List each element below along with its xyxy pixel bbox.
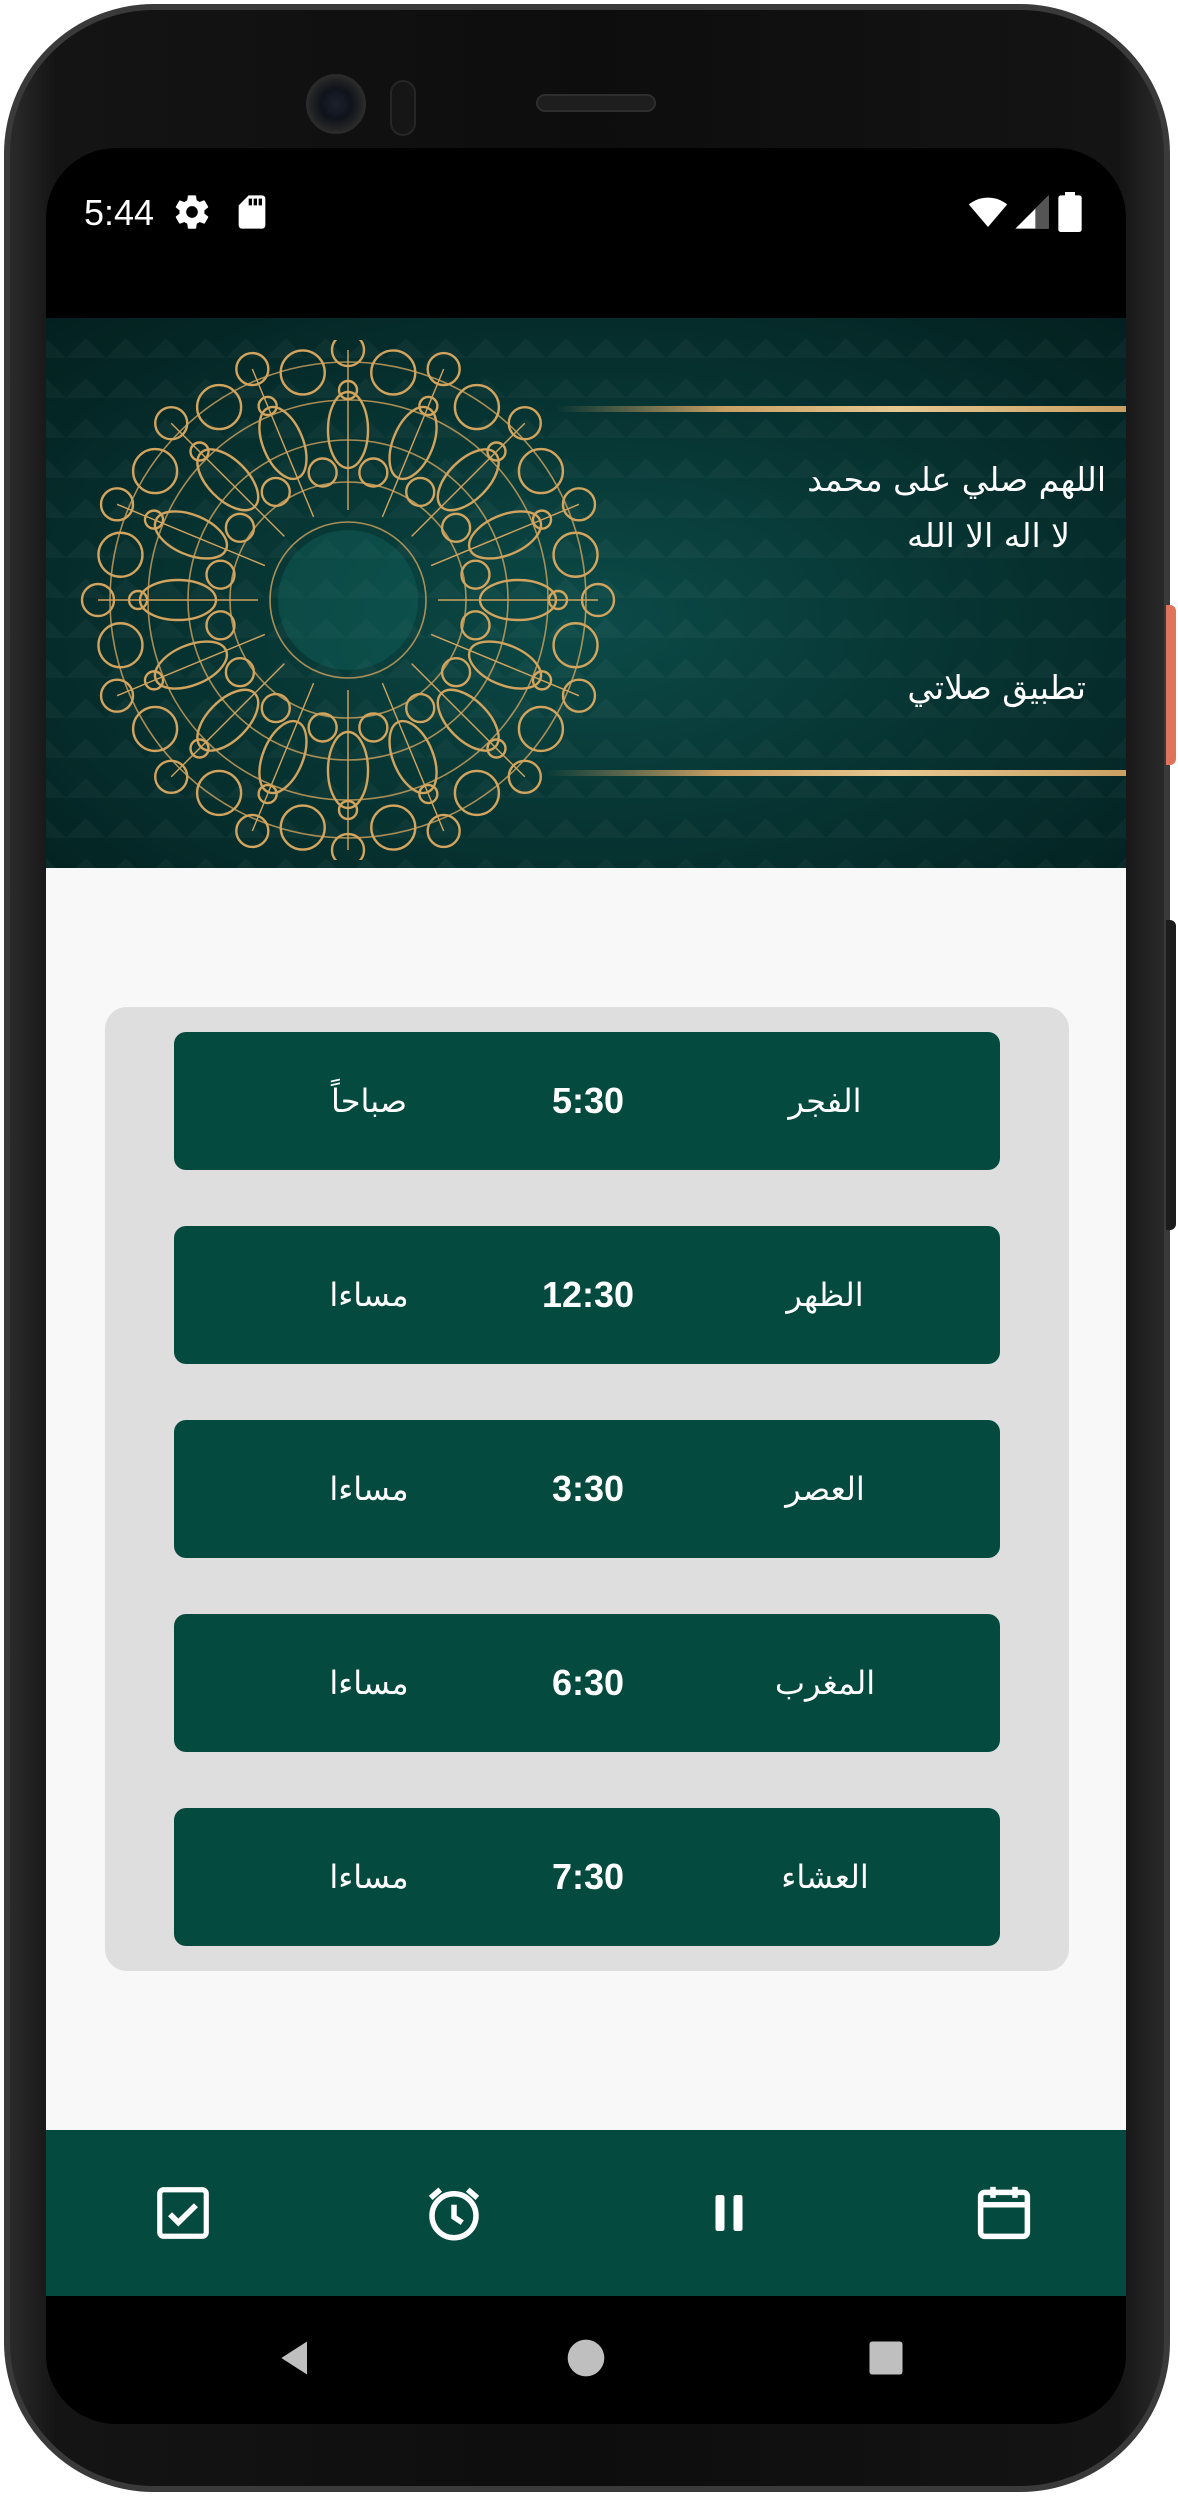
gold-divider-bottom <box>546 770 1126 776</box>
prayer-period: صباحاً <box>330 1082 408 1120</box>
gear-icon <box>172 192 212 232</box>
calendar-icon[interactable] <box>961 2170 1047 2256</box>
power-button <box>1166 605 1176 765</box>
prayer-name: المغرب <box>774 1664 876 1702</box>
header-banner: اللهم صلي على محمد لا اله الا الله تطبيق… <box>46 318 1126 868</box>
prayer-time: 12:30 <box>541 1274 635 1315</box>
prayer-row-maghrib[interactable]: المغرب 6:30 مساءا <box>174 1614 1000 1752</box>
dua-line-2: لا اله الا الله <box>906 516 1070 555</box>
status-time: 5:44 <box>84 192 155 233</box>
earpiece-speaker <box>536 94 656 112</box>
prayer-period: مساءا <box>329 1470 409 1508</box>
prayer-row-isha[interactable]: العشاء 7:30 مساءا <box>174 1808 1000 1946</box>
prayer-row-dhuhr[interactable]: الظهر 12:30 مساءا <box>174 1226 1000 1364</box>
home-icon[interactable] <box>556 2328 616 2388</box>
prayer-name: الظهر <box>786 1276 864 1314</box>
prayer-times-content: الفجر 5:30 صباحاً الظهر 12:30 مساءا العص… <box>46 868 1126 2130</box>
front-camera <box>306 74 366 134</box>
checkbox-icon[interactable] <box>140 2170 226 2256</box>
signal-icon <box>1012 192 1052 232</box>
gold-divider-top <box>556 406 1126 412</box>
prayer-time: 3:30 <box>551 1468 625 1509</box>
prayer-row-fajr[interactable]: الفجر 5:30 صباحاً <box>174 1032 1000 1170</box>
prayer-period: مساءا <box>329 1858 409 1896</box>
wifi-icon <box>966 192 1010 232</box>
dua-line-1: اللهم صلي على محمد <box>807 460 1106 499</box>
prayer-time: 7:30 <box>551 1856 625 1897</box>
battery-icon <box>1056 192 1084 232</box>
prayer-name: العشاء <box>781 1858 869 1896</box>
pause-icon[interactable] <box>686 2170 772 2256</box>
gold-mandala-ornament <box>80 340 616 860</box>
sd-card-icon <box>232 192 272 232</box>
bottom-navigation <box>46 2130 1126 2296</box>
alarm-clock-icon[interactable] <box>411 2170 497 2256</box>
prayer-name: العصر <box>785 1470 865 1508</box>
prayer-row-asr[interactable]: العصر 3:30 مساءا <box>174 1420 1000 1558</box>
app-title: تطبيق صلاتي <box>907 668 1086 707</box>
system-navigation-bar <box>46 2296 1126 2424</box>
screen: 5:44 اللهم صلي على محمد لا اله الا الله … <box>46 148 1126 2424</box>
volume-button <box>1166 920 1176 1230</box>
recents-icon[interactable] <box>856 2328 916 2388</box>
prayer-period: مساءا <box>329 1276 409 1314</box>
prayer-time: 6:30 <box>551 1662 625 1703</box>
prayer-time: 5:30 <box>551 1080 625 1121</box>
proximity-sensor <box>390 80 416 136</box>
back-icon[interactable] <box>266 2328 326 2388</box>
prayer-name: الفجر <box>788 1082 862 1120</box>
prayer-period: مساءا <box>329 1664 409 1702</box>
status-bar: 5:44 <box>46 148 1126 318</box>
prayer-times-card: الفجر 5:30 صباحاً الظهر 12:30 مساءا العص… <box>105 1007 1069 1971</box>
